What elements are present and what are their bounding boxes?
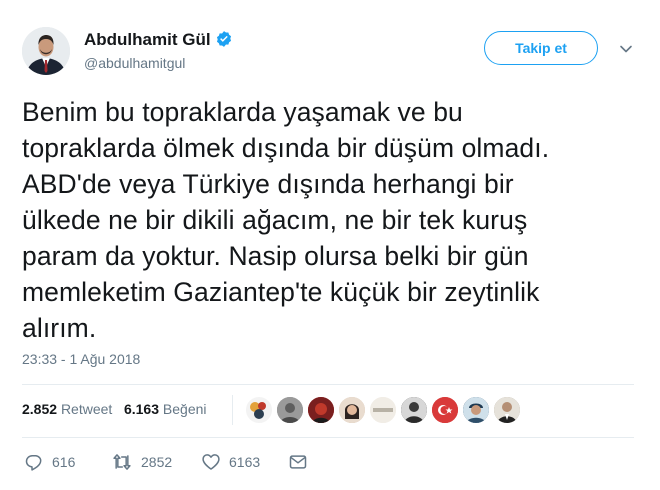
follow-button[interactable]: Takip et (484, 31, 598, 65)
retweet-button[interactable]: 2852 (111, 452, 172, 472)
liker-avatar[interactable] (399, 395, 429, 425)
liker-avatar[interactable] (368, 395, 398, 425)
retweet-icon (113, 454, 131, 470)
tweet-line: param da yoktur. Nasip olursa belki bir … (22, 241, 529, 271)
tweet-text: Benim bu topraklarda yaşamak ve bu topra… (22, 94, 642, 346)
liker-avatar[interactable] (337, 395, 367, 425)
retweet-stat[interactable]: 2.852 Retweet (22, 401, 112, 417)
user-name-text[interactable]: Abdulhamit Gül (84, 30, 211, 49)
like-stat-label: Beğeni (162, 401, 207, 417)
tweet-stats: 2.852 Retweet 6.163 Beğeni (22, 401, 207, 417)
user-avatar[interactable] (22, 27, 70, 75)
like-stat[interactable]: 6.163 Beğeni (124, 401, 207, 417)
tweet-card: Abdulhamit Gül @abdulhamitgul Takip et B… (0, 0, 660, 490)
tweet-line: ABD'de veya Türkiye dışında herhangi bir (22, 169, 514, 199)
user-name[interactable]: Abdulhamit Gül (84, 30, 233, 53)
tweet-timestamp[interactable]: 23:33 - 1 Ağu 2018 (22, 351, 140, 367)
like-count: 6163 (229, 454, 261, 470)
reply-icon (25, 455, 42, 471)
tweet-line: alırım. (22, 313, 97, 343)
tweet-line: ülkede ne bir dikili ağacım, ne bir tek … (22, 205, 528, 235)
tweet-line: Benim bu topraklarda yaşamak ve bu (22, 97, 463, 127)
tweet-line: topraklarda ölmek dışında bir düşüm olma… (22, 133, 550, 163)
divider (22, 384, 634, 385)
reply-count: 616 (52, 454, 76, 470)
divider (22, 437, 634, 438)
chevron-down-icon[interactable] (619, 42, 633, 56)
stats-separator (232, 395, 233, 425)
retweet-stat-count: 2.852 (22, 401, 58, 417)
liker-avatar[interactable] (306, 395, 336, 425)
verified-badge-icon (215, 30, 233, 53)
tweet-line: memleketim Gaziantep'te küçük bir zeytin… (22, 277, 540, 307)
liker-avatar[interactable] (244, 395, 274, 425)
like-button[interactable]: 6163 (201, 452, 260, 472)
like-stat-count: 6.163 (123, 401, 160, 417)
direct-message-button[interactable] (288, 452, 316, 472)
heart-icon (202, 454, 220, 470)
retweet-stat-label: Retweet (60, 401, 113, 417)
liker-avatar[interactable] (430, 395, 460, 425)
liker-avatar[interactable] (492, 395, 522, 425)
envelope-icon (289, 455, 307, 469)
user-handle[interactable]: @abdulhamitgul (84, 55, 185, 71)
retweet-count: 2852 (141, 454, 173, 470)
liker-avatar[interactable] (275, 395, 305, 425)
reply-button[interactable]: 616 (24, 452, 75, 472)
liker-avatar[interactable] (461, 395, 491, 425)
